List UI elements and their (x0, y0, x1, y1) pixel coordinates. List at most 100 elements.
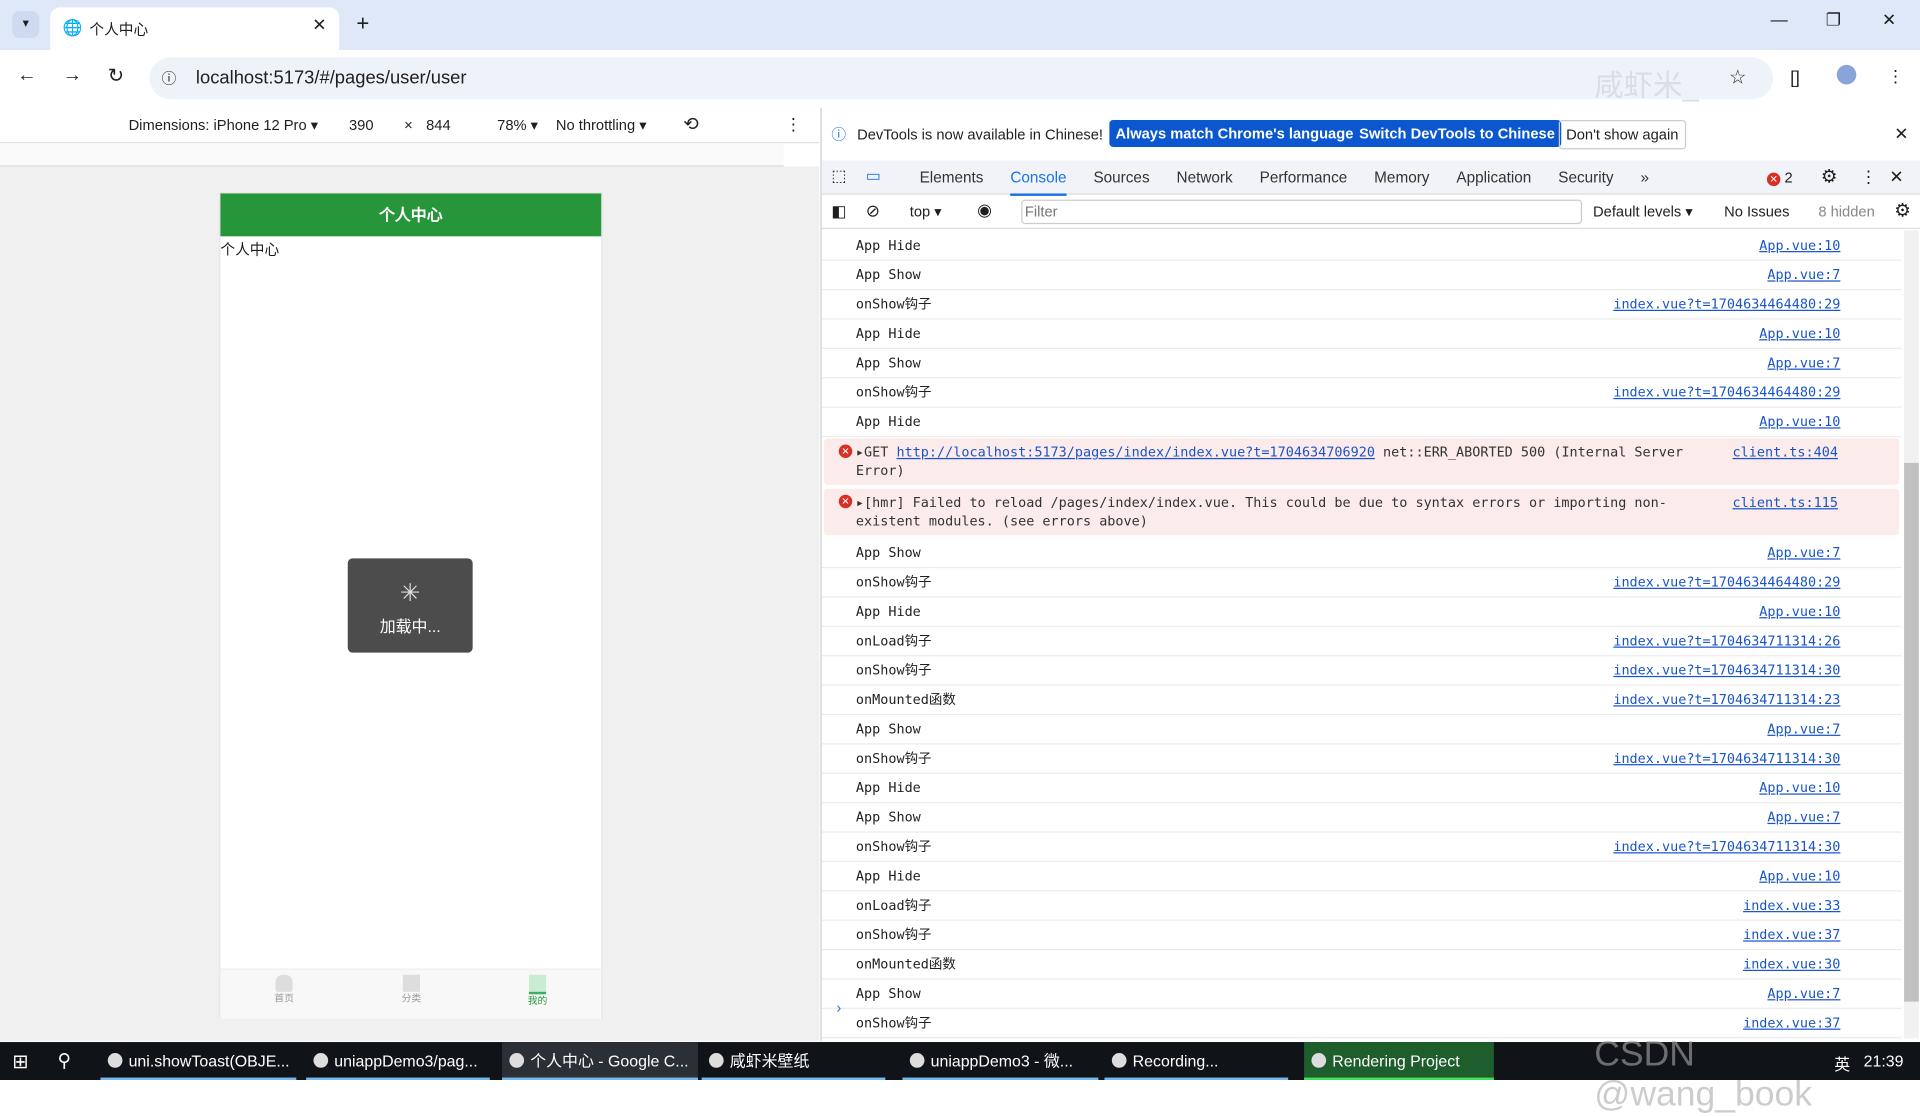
taskbar-item[interactable]: uniappDemo3/pag... (306, 1042, 490, 1081)
more-tabs-button[interactable]: » (1640, 169, 1649, 186)
tab-performance[interactable]: Performance (1260, 169, 1348, 186)
device-menu-icon[interactable]: ⋮ (785, 114, 802, 135)
always-match-language-button[interactable]: Always match Chrome's language (1109, 120, 1360, 147)
url-input[interactable]: ⓘ localhost:5173/#/pages/user/user 咸虾米_ … (149, 57, 1774, 103)
height-input[interactable]: 844 (426, 116, 451, 133)
taskbar-item[interactable]: uni.showToast(OBJE... (100, 1042, 297, 1081)
switch-to-chinese-button[interactable]: Switch DevTools to Chinese (1353, 120, 1561, 147)
minimize-button[interactable]: — (1771, 10, 1788, 30)
source-link[interactable]: index.vue:33 (1743, 896, 1840, 914)
source-link[interactable]: App.vue:7 (1767, 544, 1840, 562)
tab-console[interactable]: Console (1010, 168, 1067, 196)
console-settings-icon[interactable]: ⚙ (1894, 200, 1910, 222)
source-link[interactable]: index.vue?t=1704634711314:23 (1613, 691, 1840, 709)
error-icon: ✕ (838, 494, 853, 509)
source-link[interactable]: index.vue?t=1704634711314:30 (1613, 661, 1840, 679)
back-icon[interactable]: ← (17, 65, 37, 87)
close-window-button[interactable]: ✕ (1882, 10, 1896, 31)
windows-start-icon[interactable]: ⊞ (12, 1049, 28, 1073)
settings-gear-icon[interactable]: ⚙ (1821, 165, 1837, 188)
restore-button[interactable]: ❐ (1826, 10, 1841, 31)
tabbar-item-category[interactable]: 分类 (375, 974, 448, 1006)
source-link[interactable]: index.vue?t=1704634711314:26 (1613, 632, 1840, 650)
forward-icon[interactable]: → (62, 65, 82, 87)
source-link[interactable]: App.vue:7 (1767, 354, 1840, 372)
tab-network[interactable]: Network (1177, 169, 1233, 186)
source-link[interactable]: index.vue:37 (1743, 926, 1840, 944)
extensions-icon[interactable]: [] (1790, 67, 1800, 87)
reload-icon[interactable]: ↻ (108, 64, 124, 88)
clock[interactable]: 21:39 (1864, 1052, 1904, 1070)
device-toggle-icon[interactable]: ▭ (866, 167, 881, 187)
taskbar-item[interactable]: Rendering Project (1304, 1042, 1494, 1081)
sidebar-toggle-icon[interactable]: ◧ (831, 202, 846, 222)
live-expression-eye-icon[interactable]: ◉ (977, 200, 992, 221)
filter-input[interactable] (1021, 199, 1583, 225)
source-link[interactable]: index.vue?t=1704634464480:29 (1613, 295, 1840, 313)
taskbar-item[interactable]: 个人中心 - Google C... (502, 1042, 698, 1081)
source-link[interactable]: App.vue:7 (1767, 808, 1840, 826)
console-row: App Show App.vue:7 (821, 803, 1902, 833)
console-scrollbar[interactable] (1904, 230, 1919, 1039)
toast-text: 加载中... (379, 617, 441, 636)
tab-sources[interactable]: Sources (1093, 169, 1149, 186)
width-input[interactable]: 390 (349, 116, 374, 133)
ime-indicator[interactable]: 英 (1834, 1052, 1850, 1075)
devtools-menu-icon[interactable]: ⋮ (1860, 167, 1877, 188)
source-link[interactable]: index.vue:30 (1743, 955, 1840, 973)
source-link[interactable]: App.vue:7 (1767, 266, 1840, 284)
source-link[interactable]: App.vue:7 (1767, 984, 1840, 1002)
taskbar-item[interactable]: Recording... (1104, 1042, 1289, 1081)
rotate-icon[interactable]: ⟲ (683, 113, 698, 135)
taskbar-item[interactable]: 咸虾米壁纸 (701, 1042, 886, 1081)
tab-security[interactable]: Security (1558, 169, 1613, 186)
tab-elements[interactable]: Elements (920, 169, 984, 186)
source-link[interactable]: index.vue:37 (1743, 1014, 1840, 1032)
source-link[interactable]: client.ts:404 (1733, 443, 1838, 461)
dont-show-again-button[interactable]: Don't show again (1558, 120, 1686, 150)
console-row: onShow钩子 index.vue?t=1704634711314:30 (821, 744, 1902, 774)
source-link[interactable]: App.vue:10 (1759, 324, 1840, 342)
close-tab-icon[interactable]: ✕ (312, 15, 326, 36)
source-link[interactable]: App.vue:10 (1759, 413, 1840, 431)
browser-menu-icon[interactable]: ⋮ (1887, 66, 1904, 87)
browser-tab[interactable]: 🌐 个人中心 ✕ (50, 7, 340, 51)
log-levels-select[interactable]: Default levels ▾ (1593, 203, 1693, 220)
tab-application[interactable]: Application (1456, 169, 1531, 186)
error-url-link[interactable]: http://localhost:5173/pages/index/index.… (896, 444, 1374, 460)
scrollbar-thumb[interactable] (1904, 462, 1919, 1002)
tabbar-item-mine[interactable]: 我的 (501, 974, 574, 1008)
source-link[interactable]: App.vue:10 (1759, 602, 1840, 620)
tab-memory[interactable]: Memory (1374, 169, 1429, 186)
source-link[interactable]: client.ts:115 (1733, 493, 1838, 511)
taskbar-item[interactable]: uniappDemo3 - 微... (902, 1042, 1099, 1081)
close-infobar-icon[interactable]: ✕ (1894, 124, 1908, 145)
issues-button[interactable]: No Issues (1724, 203, 1789, 220)
source-link[interactable]: App.vue:10 (1759, 867, 1840, 885)
new-tab-button[interactable]: + (356, 11, 369, 37)
source-link[interactable]: App.vue:7 (1767, 720, 1840, 738)
device-select[interactable]: Dimensions: iPhone 12 Pro ▾ (129, 116, 319, 133)
tab-search-button[interactable]: ▾ (12, 11, 40, 38)
throttling-select[interactable]: No throttling ▾ (556, 116, 647, 133)
source-link[interactable]: index.vue?t=1704634711314:30 (1613, 749, 1840, 767)
site-info-icon[interactable]: ⓘ (162, 67, 177, 88)
source-link[interactable]: App.vue:10 (1759, 779, 1840, 797)
tabbar-item-home[interactable]: 首页 (247, 974, 320, 1006)
clear-console-icon[interactable]: ⊘ (866, 201, 880, 222)
source-link[interactable]: index.vue?t=1704634711314:30 (1613, 838, 1840, 856)
search-icon[interactable]: ⚲ (58, 1049, 71, 1072)
expand-triangle-icon[interactable]: ▸ (856, 495, 864, 511)
error-badge[interactable]: ✕ 2 (1766, 169, 1793, 187)
console-prompt[interactable]: › (836, 999, 841, 1016)
source-link[interactable]: App.vue:10 (1759, 236, 1840, 254)
profile-avatar[interactable] (1836, 64, 1857, 85)
source-link[interactable]: index.vue?t=1704634464480:29 (1613, 573, 1840, 591)
context-select[interactable]: top ▾ (910, 203, 942, 220)
source-link[interactable]: index.vue?t=1704634464480:29 (1613, 383, 1840, 401)
expand-triangle-icon[interactable]: ▸ (856, 444, 864, 460)
inspect-element-icon[interactable]: ⬚ (831, 167, 846, 187)
bookmark-star-icon[interactable]: ☆ (1729, 65, 1747, 89)
zoom-select[interactable]: 78% ▾ (497, 116, 538, 133)
close-devtools-icon[interactable]: ✕ (1889, 167, 1903, 188)
